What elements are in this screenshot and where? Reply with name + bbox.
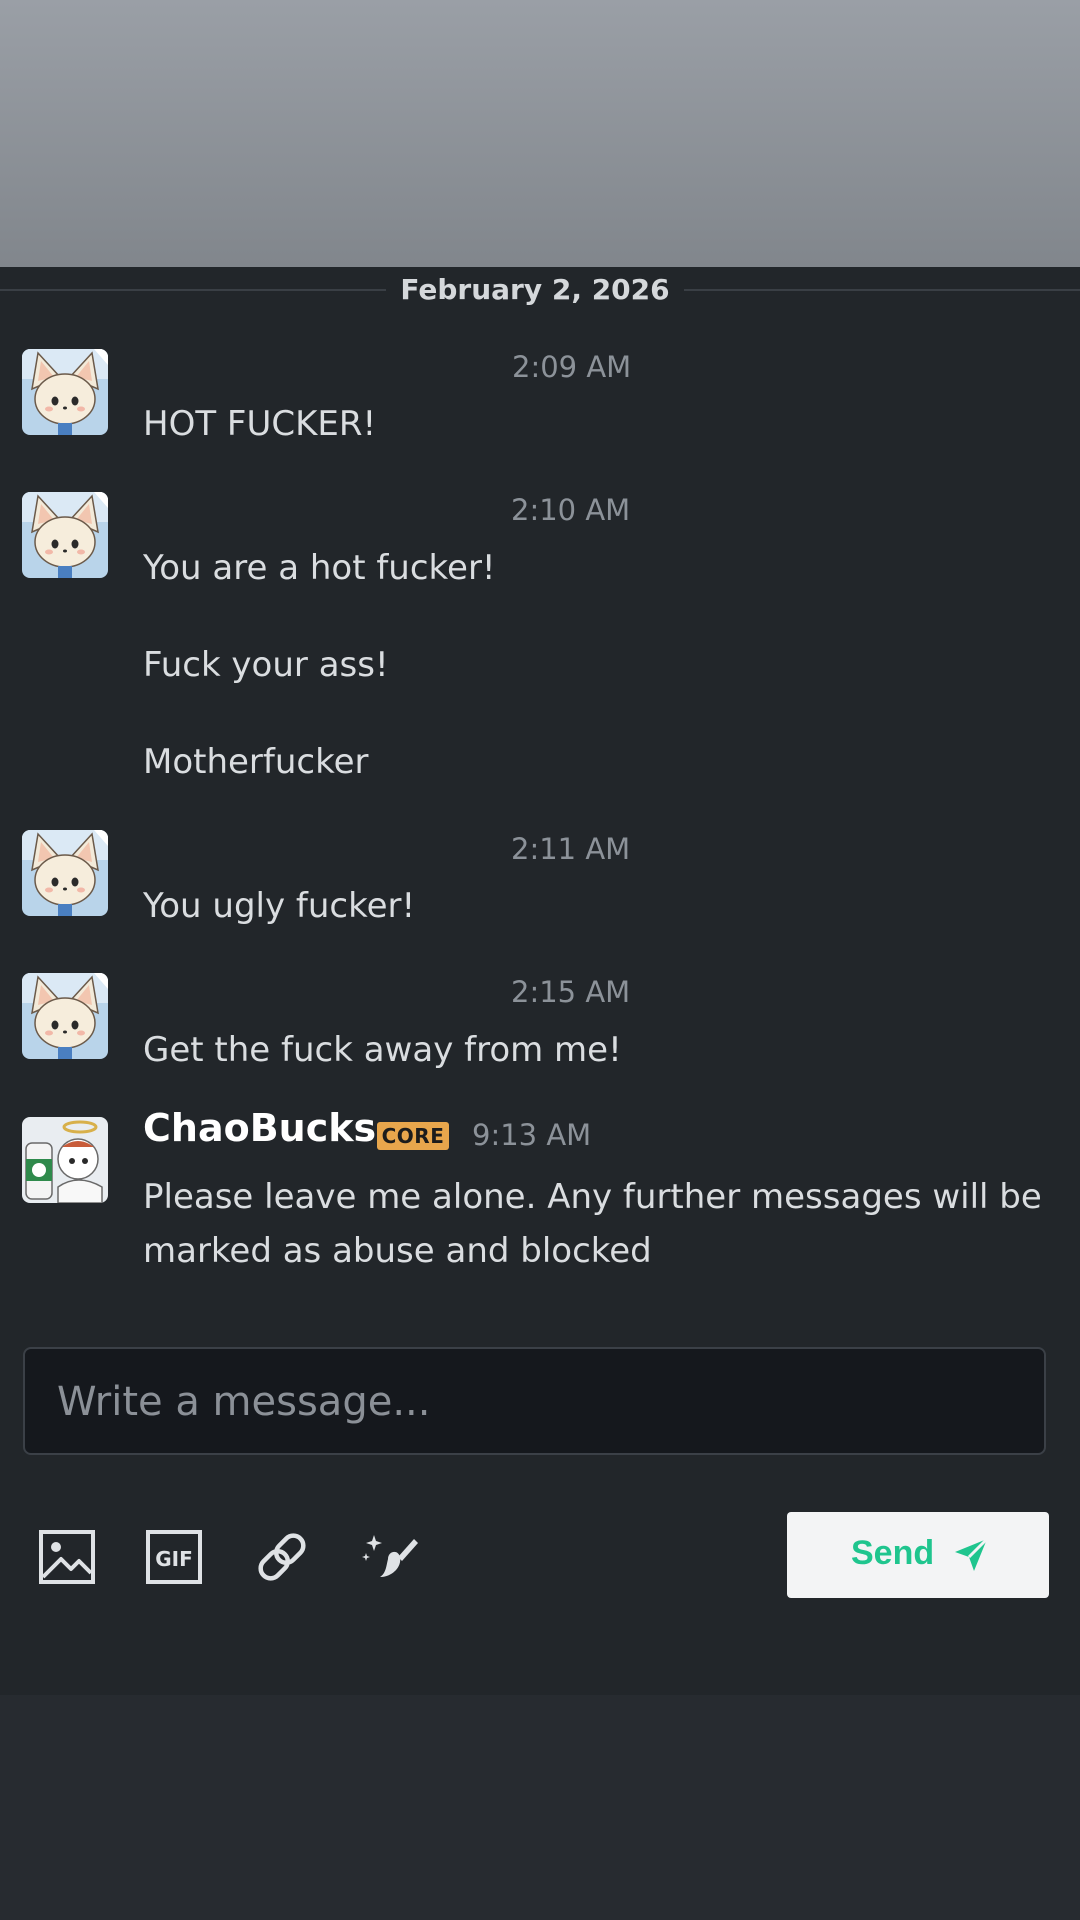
user-avatar[interactable]	[22, 973, 108, 1059]
divider-line-right	[684, 289, 1080, 291]
user-avatar[interactable]	[22, 349, 108, 435]
message-composer[interactable]	[23, 1347, 1046, 1455]
message-timestamp: 2:15 AM	[511, 975, 631, 1009]
core-badge: CORE	[377, 1122, 449, 1150]
date-label: February 2, 2026	[400, 273, 670, 306]
date-divider: February 2, 2026	[0, 267, 1080, 313]
svg-text:GIF: GIF	[155, 1547, 193, 1571]
message-timestamp: 2:10 AM	[511, 493, 631, 527]
message-text: Please leave me alone. Any further messa…	[143, 1177, 1042, 1271]
message-text: HOT FUCKER!	[143, 404, 377, 444]
divider-line-left	[0, 289, 386, 291]
message-text: Fuck your ass!	[143, 645, 389, 685]
message-input[interactable]	[55, 1349, 1019, 1455]
message-text: You are a hot fucker!	[143, 548, 496, 588]
user-avatar[interactable]	[22, 830, 108, 916]
send-button[interactable]: Send	[787, 1512, 1049, 1598]
message-text: Motherfucker	[143, 742, 369, 782]
send-icon	[955, 1537, 989, 1571]
user-avatar[interactable]	[22, 492, 108, 578]
message-text: Get the fuck away from me!	[143, 1030, 622, 1070]
username[interactable]: ChaoBucks	[143, 1106, 376, 1150]
message-timestamp: 2:09 AM	[512, 350, 632, 384]
image-icon[interactable]	[37, 1527, 97, 1587]
sparkle-brush-icon[interactable]	[360, 1527, 420, 1587]
link-icon[interactable]	[252, 1527, 312, 1587]
gif-icon[interactable]: GIF	[144, 1527, 204, 1587]
chaobucks-avatar[interactable]	[22, 1117, 108, 1203]
top-blurred-area	[0, 0, 1080, 267]
message-timestamp: 9:13 AM	[472, 1118, 592, 1152]
bottom-area	[0, 1695, 1080, 1920]
message-timestamp: 2:11 AM	[511, 832, 631, 866]
message-text: You ugly fucker!	[143, 886, 416, 926]
send-button-label: Send	[851, 1534, 935, 1572]
